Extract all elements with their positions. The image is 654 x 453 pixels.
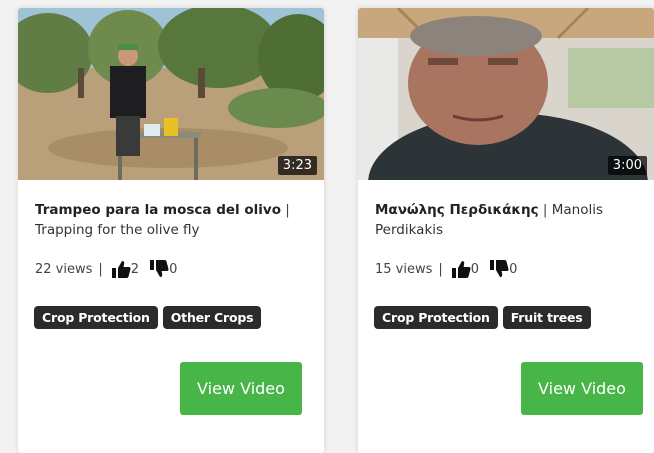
dislike-count: 0 <box>169 261 178 277</box>
video-duration: 3:23 <box>277 156 317 175</box>
video-title[interactable]: Trampeo para la mosca del olivo | Trappi… <box>35 200 310 240</box>
tag-list: Crop Protection Other Crops <box>34 306 262 329</box>
video-title-main: Μανώλης Περδικάκης <box>375 202 539 218</box>
thumbs-up-icon[interactable] <box>111 259 131 279</box>
tag-other-crops[interactable]: Other Crops <box>162 306 262 329</box>
video-card: 3:23 Trampeo para la mosca del olivo | T… <box>18 8 324 453</box>
tag-crop-protection[interactable]: Crop Protection <box>374 306 498 329</box>
like-count: 2 <box>130 261 140 277</box>
view-video-button[interactable]: View Video <box>180 362 302 415</box>
thumbs-up-icon[interactable] <box>451 259 471 279</box>
thumbs-down-icon[interactable] <box>489 259 509 279</box>
video-stats: 15 views | 0 0 <box>375 259 517 279</box>
title-separator: | <box>280 202 290 218</box>
view-count: 22 views <box>35 261 93 277</box>
thumbs-down-icon[interactable] <box>149 259 169 279</box>
video-duration: 3:00 <box>607 156 647 175</box>
like-count: 0 <box>470 261 480 277</box>
tag-crop-protection[interactable]: Crop Protection <box>34 306 158 329</box>
thumbnail-image-olive-orchard <box>18 8 324 180</box>
tag-list: Crop Protection Fruit trees <box>374 306 591 329</box>
video-title[interactable]: Μανώλης Περδικάκης | Manolis Perdikakis <box>375 200 640 240</box>
video-thumbnail[interactable]: 3:23 <box>18 8 324 180</box>
video-title-sub: Trapping for the olive fly <box>35 222 200 238</box>
video-thumbnail[interactable]: 3:00 <box>358 8 654 180</box>
thumbnail-image-man-portrait <box>358 8 654 180</box>
video-stats: 22 views | 2 0 <box>35 259 177 279</box>
view-video-button[interactable]: View Video <box>521 362 643 415</box>
video-title-main: Trampeo para la mosca del olivo <box>35 202 281 218</box>
dislike-count: 0 <box>509 261 518 277</box>
tag-fruit-trees[interactable]: Fruit trees <box>502 306 591 329</box>
stats-divider: | <box>438 261 443 277</box>
title-separator: | <box>538 202 552 218</box>
video-card: 3:00 Μανώλης Περδικάκης | Manolis Perdik… <box>358 8 654 453</box>
view-count: 15 views <box>375 261 433 277</box>
stats-divider: | <box>98 261 103 277</box>
